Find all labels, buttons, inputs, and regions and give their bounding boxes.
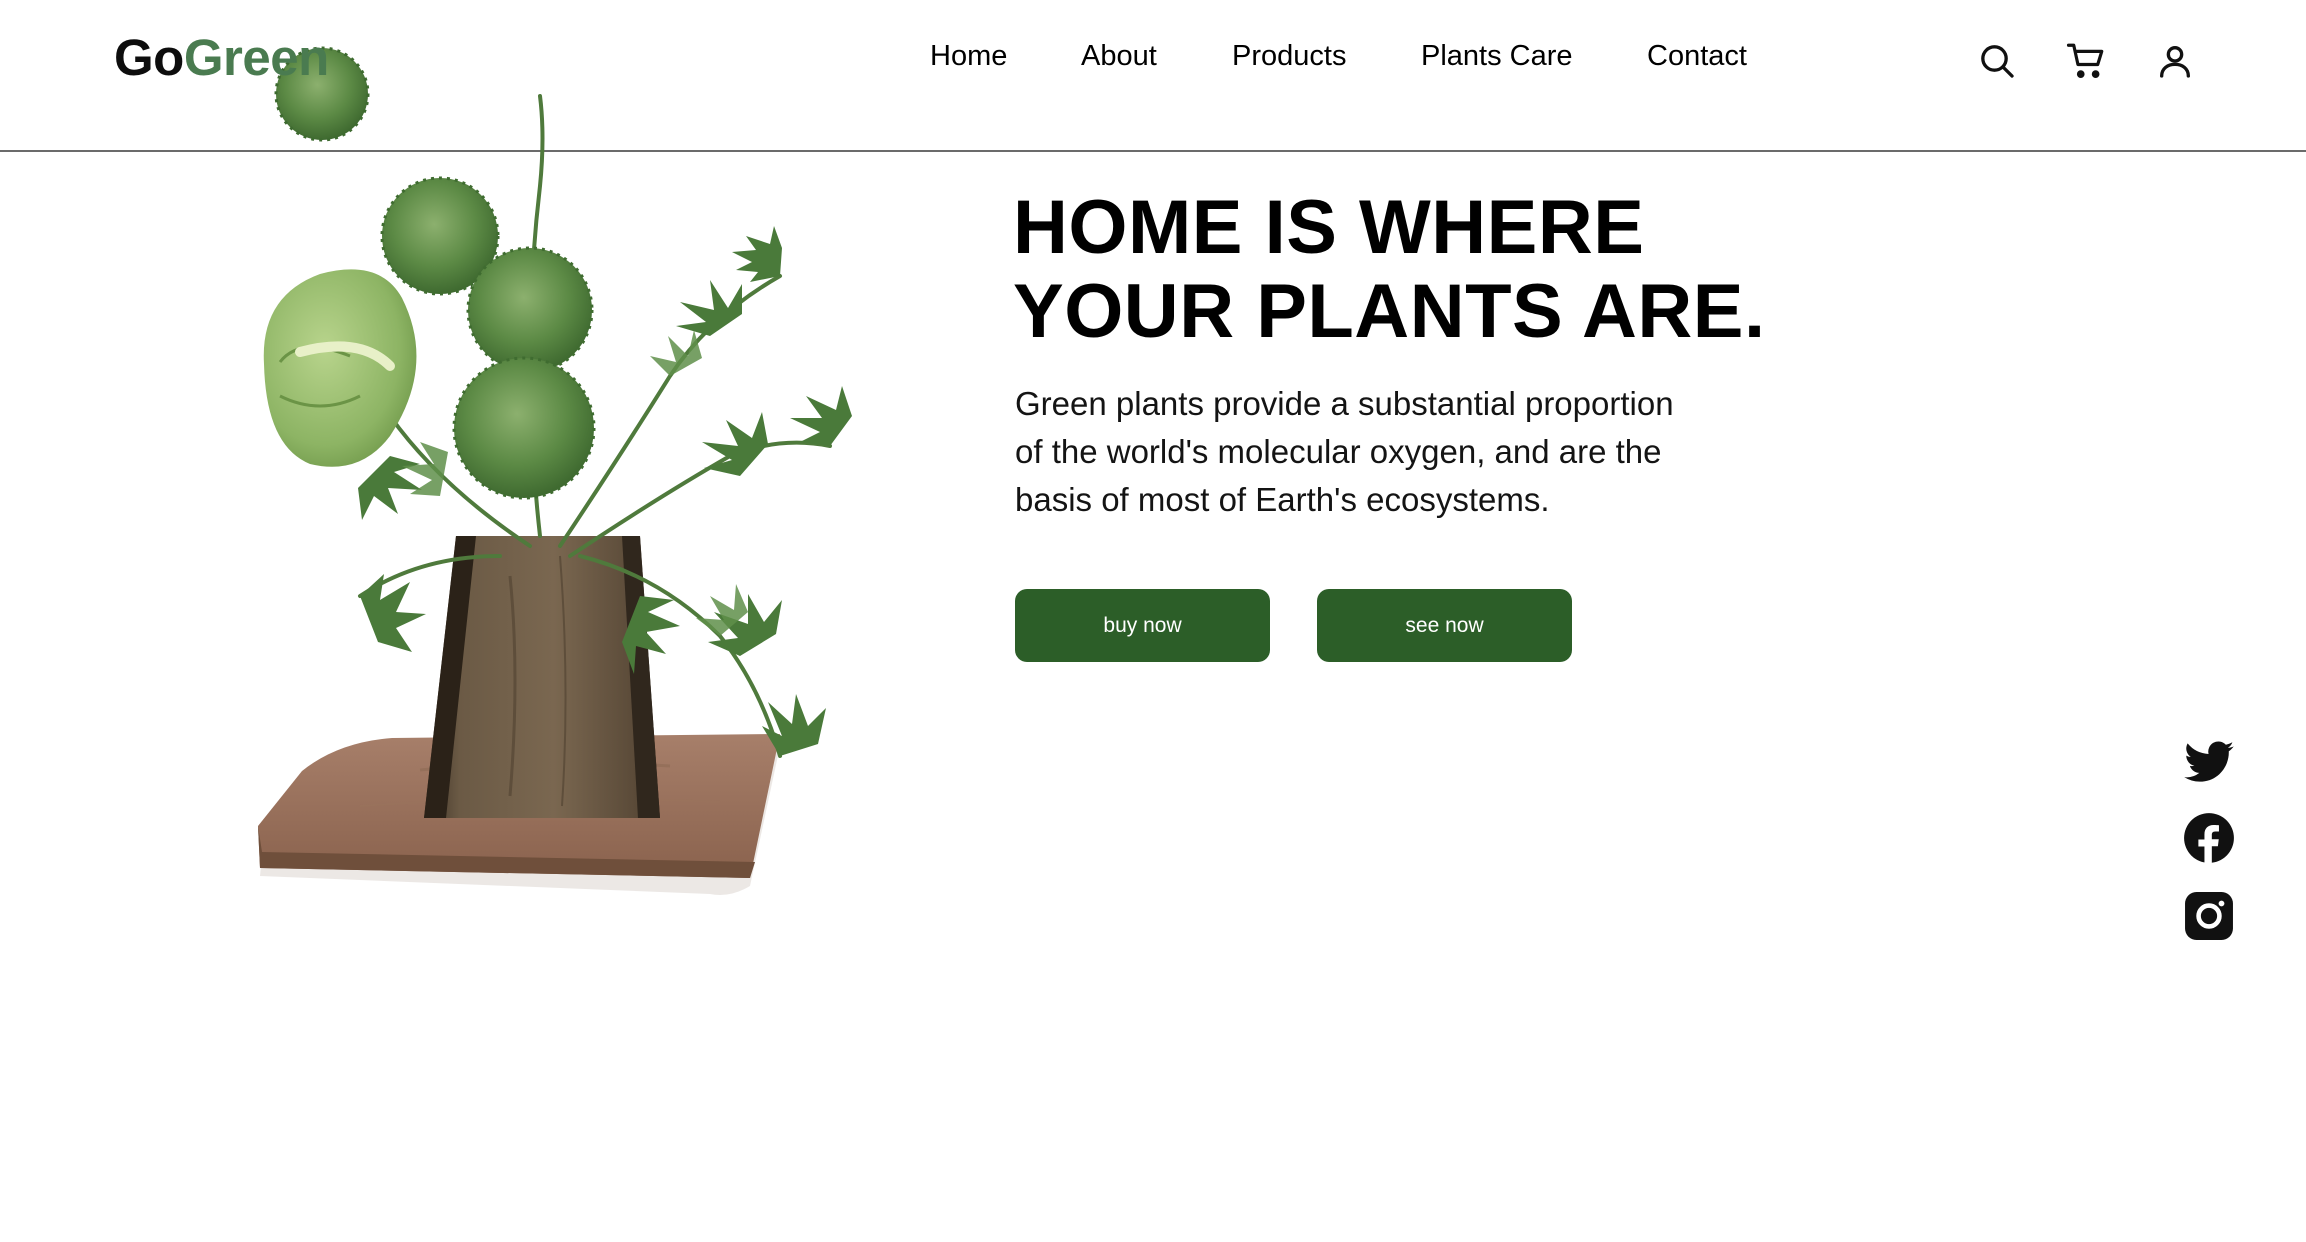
nav-item-label: Plants Care (1421, 40, 1573, 72)
twitter-link[interactable] (2182, 736, 2236, 790)
twitter-icon (2184, 741, 2234, 782)
hero-headline-line2: YOUR PLANTS ARE. (1013, 269, 1766, 354)
nav-item-label: Products (1232, 40, 1347, 72)
brand-logo-part2: Green (183, 29, 329, 86)
plant-vase-image (258, 46, 852, 895)
cart-button[interactable] (2061, 36, 2111, 86)
account-button[interactable] (2150, 36, 2200, 86)
nav-item-about[interactable]: About (1081, 36, 1157, 76)
see-now-button[interactable]: see now (1317, 589, 1572, 662)
nav-item-home[interactable]: Home (930, 36, 1007, 76)
hero-headline: HOME IS WHERE YOUR PLANTS ARE. (1013, 186, 1773, 354)
nav-item-label: About (1081, 40, 1157, 72)
search-button[interactable] (1972, 36, 2022, 86)
brand-logo[interactable]: GoGreen (114, 28, 329, 88)
brand-logo-part1: Go (114, 29, 184, 86)
nav-item-products[interactable]: Products (1232, 36, 1346, 76)
hero-description: Green plants provide a substantial propo… (1015, 385, 1674, 518)
cart-icon (2066, 43, 2104, 78)
hero-headline-line1: HOME IS WHERE (1013, 185, 1645, 270)
instagram-link[interactable] (2182, 889, 2236, 943)
buy-now-button[interactable]: buy now (1015, 589, 1270, 662)
nav-item-plants-care[interactable]: Plants Care (1421, 36, 1573, 76)
nav-item-label: Home (930, 40, 1008, 72)
search-icon (1981, 45, 2014, 78)
instagram-icon (2185, 892, 2233, 940)
facebook-link[interactable] (2182, 811, 2236, 865)
nav-item-contact[interactable]: Contact (1647, 36, 1747, 76)
user-icon (2160, 46, 2190, 78)
nav-item-label: Contact (1647, 40, 1747, 72)
facebook-icon (2184, 813, 2234, 864)
